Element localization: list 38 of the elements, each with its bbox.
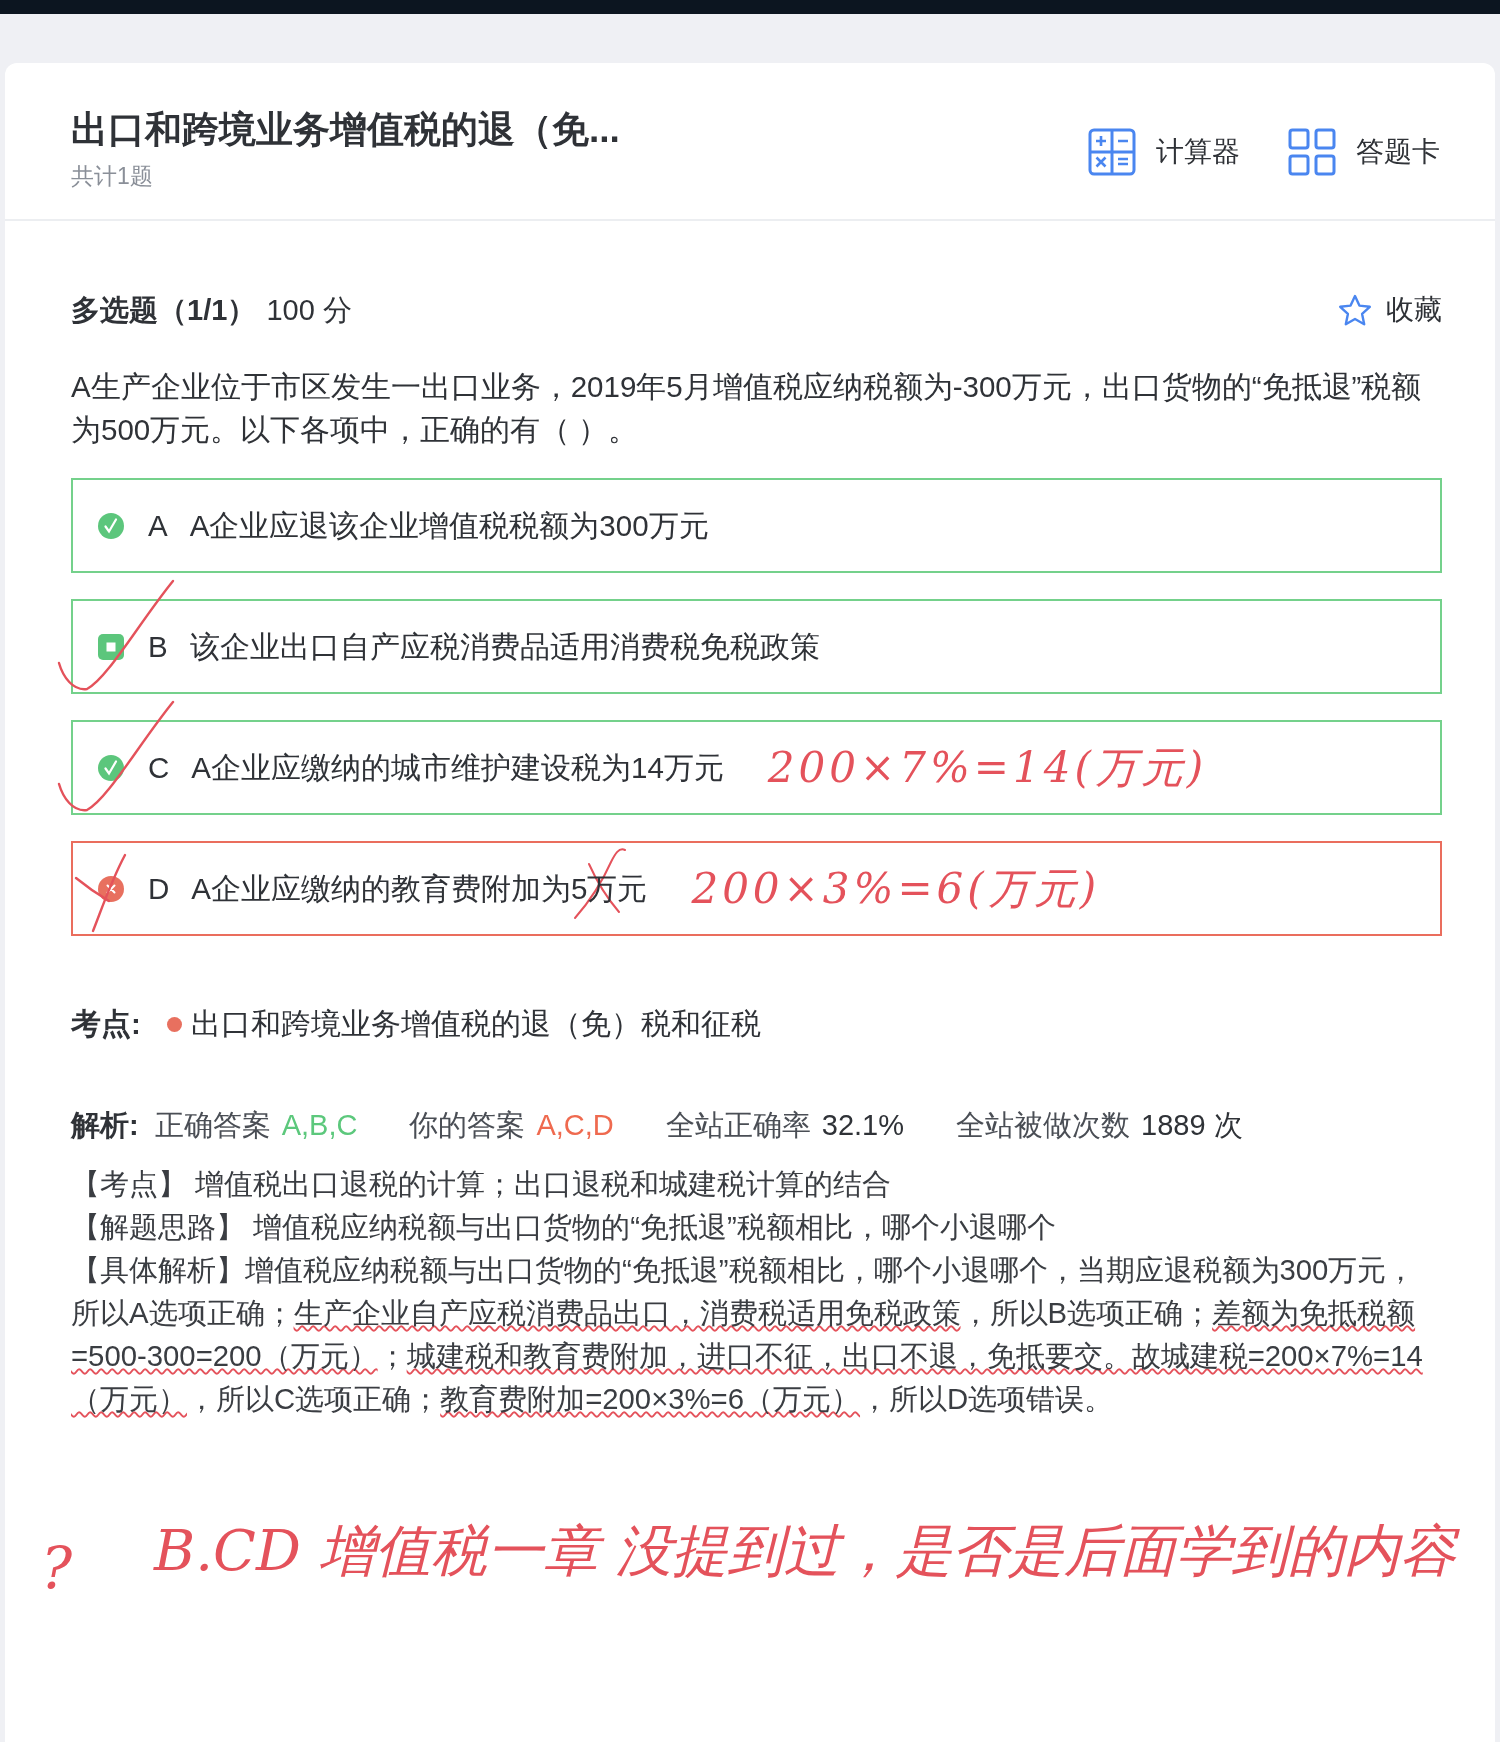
option-text: A企业应退该企业增值税税额为300万元 xyxy=(189,507,709,544)
option-letter: B xyxy=(148,628,168,665)
page-title: 出口和跨境业务增值税的退（免... xyxy=(71,109,620,151)
question-type: 多选题（1/1） xyxy=(71,294,257,326)
answer-sheet-button[interactable]: 答题卡 xyxy=(1288,128,1440,176)
explanation-paragraph: 【解题思路】 增值税应纳税额与出口货物的“免抵退”税额相比，哪个小退哪个 xyxy=(71,1209,1057,1245)
explanation-paragraph: 【考点】 增值税出口退税的计算；出口退税和城建税计算的结合 xyxy=(71,1166,893,1202)
handwritten-note: 200×3%=6(万元) xyxy=(691,867,1101,910)
question-score: 100 分 xyxy=(266,294,352,326)
stat-label: 全站被做次数 xyxy=(956,1108,1130,1143)
calculator-button[interactable]: 计算器 xyxy=(1088,128,1240,176)
grid-icon xyxy=(1288,128,1336,176)
stat-value: 1889 次 xyxy=(1141,1108,1243,1143)
calculator-icon xyxy=(1088,128,1136,176)
answer-option[interactable]: B 该企业出口自产应税消费品适用消费税免税政策 xyxy=(71,599,1442,694)
option-text: 该企业出口自产应税消费品适用消费税免税政策 xyxy=(189,628,820,665)
answer-option[interactable]: A A企业应退该企业增值税税额为300万元 xyxy=(71,478,1442,573)
option-letter: C xyxy=(148,749,170,786)
status-dot-icon xyxy=(166,1016,182,1032)
stat-label: 全站正确率 xyxy=(665,1108,811,1143)
analysis-label: 解析: xyxy=(71,1108,139,1143)
answer-option[interactable]: C A企业应缴纳的城市维护建设税为14万元 200×7%=14(万元) xyxy=(71,720,1442,815)
handwritten-question-mark: ? xyxy=(41,1533,73,1604)
option-letter: A xyxy=(148,507,168,544)
stat-value: A,C,D xyxy=(536,1108,614,1143)
option-letter: D xyxy=(148,870,170,907)
stat-label: 你的答案 xyxy=(409,1108,526,1143)
stat-value: A,B,C xyxy=(281,1108,358,1143)
topic-label: 考点: xyxy=(71,1006,141,1042)
explanation-paragraph: 【具体解析】增值税应纳税额与出口货物的“免抵退”税额相比，哪个小退哪个，当期应退税额为300万元，所以A选项正确；生产企业自产应税消费品出口，消费税适用免税政策，所以B选项正确；差额为免抵税额=500-300=200（万元）；城建税和教育费附加，进口不征，出口不退，免抵要交。故城建税=200×7%=14（万元），所以C选项正确；教育费附加=200×3%=6（万元），所以D选项错误。 xyxy=(71,1252,1424,1417)
question-text: A生产企业位于市区发生一出口业务，2019年5月增值税应纳税额为-300万元，出口货物的“免抵退”税额为500万元。以下各项中，正确的有（ ）。 xyxy=(71,369,1423,448)
topic-text: 出口和跨境业务增值税的退（免）税和征税 xyxy=(190,1006,761,1042)
question-count: 共计1题 xyxy=(71,162,154,191)
stat-value: 32.1% xyxy=(821,1108,904,1143)
favorite-button[interactable]: 收藏 xyxy=(1338,290,1442,330)
handwritten-note: 200×7%=14(万元) xyxy=(767,746,1208,789)
option-text: A企业应缴纳的城市维护建设税为14万元 xyxy=(191,749,724,786)
stat-label: 正确答案 xyxy=(154,1108,271,1143)
